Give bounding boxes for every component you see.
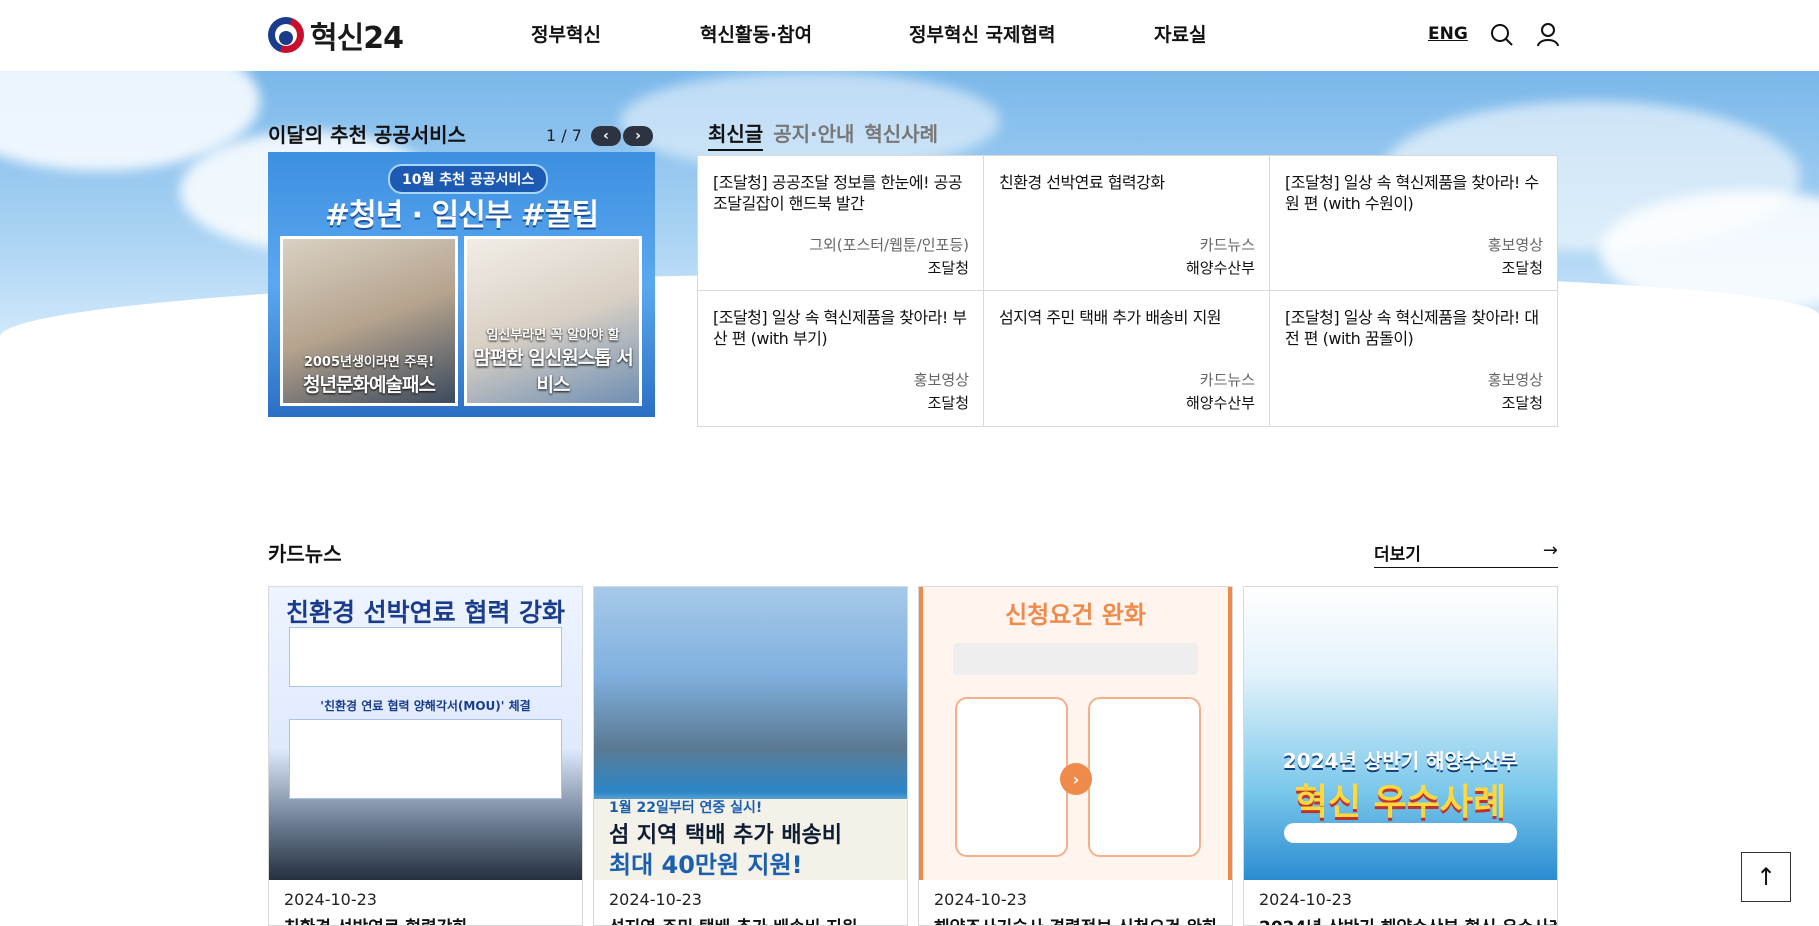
card-date: 2024-10-23	[934, 890, 1027, 909]
news-category: 홍보영상	[1487, 371, 1543, 389]
card-item[interactable]: 1월 22일부터 연중 실시! 섬 지역 택배 추가 배송비 최대 40만원 지…	[593, 586, 908, 926]
card-img-title: 친환경 선박연료 협력 강화	[285, 598, 566, 627]
user-icon[interactable]	[1535, 22, 1561, 48]
next-slide-button[interactable]: ›	[623, 126, 653, 146]
banner-photo-youth: 2005년생이라면 주목! 청년문화예술패스	[280, 236, 458, 406]
news-tabs: 최신글 공지·안내 혁신사례	[708, 118, 938, 151]
card-img-top: 2024년 상반기 해양수산부	[1282, 749, 1519, 773]
news-item[interactable]: 섬지역 주민 택배 추가 배송비 지원 카드뉴스 해양수산부	[984, 291, 1270, 426]
news-org: 조달청	[1501, 394, 1543, 412]
news-item[interactable]: [조달청] 공공조달 정보를 한눈에! 공공조달길잡이 핸드북 발간 그외(포스…	[698, 156, 984, 291]
cardnews-title: 카드뉴스	[268, 542, 342, 566]
card-date: 2024-10-23	[284, 890, 377, 909]
news-org: 조달청	[1501, 259, 1543, 277]
news-title: 친환경 선박연료 협력강화	[999, 173, 1165, 192]
news-category: 홍보영상	[913, 371, 969, 389]
prev-slide-button[interactable]: ‹	[591, 126, 621, 146]
language-link[interactable]: ENG	[1428, 24, 1468, 44]
banner-left-sub: 2005년생이라면 주목!	[303, 355, 435, 370]
site-header: 혁신24 정부혁신 혁신활동·참여 정부혁신 국제협력 자료실 ENG	[0, 0, 1819, 71]
card-title: 섬지역 주민 택배 추가 배송비 지원	[609, 913, 858, 925]
recommend-title: 이달의 추천 공공서비스	[268, 123, 466, 147]
news-category: 홍보영상	[1487, 236, 1543, 254]
card-date: 2024-10-23	[609, 890, 702, 909]
card-item[interactable]: 친환경 선박연료 협력 강화 '친환경 연료 협력 양해각서(MOU)' 체결 …	[268, 586, 583, 926]
banner-headline: #청년 · 임신부 #꿀팁	[324, 198, 599, 233]
news-title: [조달청] 일상 속 혁신제품을 찾아라! 수원 편 (with 수원이)	[1285, 173, 1539, 213]
banner-right-main: 맘편한 임신원스톱 서비스	[473, 347, 634, 396]
arrow-right-icon: →	[1542, 540, 1558, 561]
news-title: [조달청] 공공조달 정보를 한눈에! 공공조달길잡이 핸드북 발간	[713, 173, 963, 213]
news-title: [조달청] 일상 속 혁신제품을 찾아라! 대전 편 (with 꿈돌이)	[1285, 308, 1539, 348]
news-grid: [조달청] 공공조달 정보를 한눈에! 공공조달길잡이 핸드북 발간 그외(포스…	[697, 155, 1558, 427]
tab-latest[interactable]: 최신글	[708, 118, 764, 151]
card-date: 2024-10-23	[1259, 890, 1352, 909]
nav-item-archive[interactable]: 자료실	[1154, 20, 1206, 47]
news-item[interactable]: [조달청] 일상 속 혁신제품을 찾아라! 수원 편 (with 수원이) 홍보…	[1270, 156, 1557, 291]
news-item[interactable]: 친환경 선박연료 협력강화 카드뉴스 해양수산부	[984, 156, 1270, 291]
card-img-top: 1월 22일부터 연중 실시!	[609, 800, 763, 816]
tab-notice[interactable]: 공지·안내	[773, 118, 854, 151]
card-img-sub: 최대 40만원 지원!	[609, 851, 803, 879]
news-org: 조달청	[927, 394, 969, 412]
card-title: 2024년 상반기 해양수산부 혁신 우수사례	[1259, 913, 1557, 925]
recommend-banner[interactable]: 10월 추천 공공서비스 #청년 · 임신부 #꿀팁 2005년생이라면 주목!…	[268, 152, 655, 417]
card-item[interactable]: 2024년 상반기 해양수산부 혁신 우수사례 2024-10-23 2024년…	[1243, 586, 1558, 926]
news-item[interactable]: [조달청] 일상 속 혁신제품을 찾아라! 부산 편 (with 부기) 홍보영…	[698, 291, 984, 426]
card-thumbnail: 1월 22일부터 연중 실시! 섬 지역 택배 추가 배송비 최대 40만원 지…	[594, 587, 907, 880]
news-title: [조달청] 일상 속 혁신제품을 찾아라! 부산 편 (with 부기)	[713, 308, 967, 348]
scroll-to-top-button[interactable]: ↑	[1741, 852, 1791, 902]
more-label: 더보기	[1374, 545, 1421, 565]
card-title: 해양조사기술사 경력정보 신청요건 완화	[934, 913, 1218, 925]
banner-left-main: 청년문화예술패스	[303, 374, 436, 396]
card-title: 친환경 선박연료 협력강화	[284, 913, 468, 925]
news-title: 섬지역 주민 택배 추가 배송비 지원	[999, 308, 1222, 327]
tab-cases[interactable]: 혁신사례	[864, 118, 938, 151]
banner-right-sub: 임신부라면 꼭 알아야 할	[486, 328, 620, 343]
card-img-title: 혁신 우수사례	[1294, 782, 1507, 823]
news-category: 카드뉴스	[1199, 371, 1255, 389]
news-org: 해양수산부	[1185, 394, 1255, 412]
nav-item-gov-innovation[interactable]: 정부혁신	[531, 20, 601, 47]
card-thumbnail: 신청요건 완화 ›	[919, 587, 1232, 880]
search-icon[interactable]	[1489, 22, 1515, 48]
banner-photo-pregnant: 임신부라면 꼭 알아야 할 맘편한 임신원스톱 서비스	[464, 236, 642, 406]
card-img-title: 신청요건 완화	[1005, 601, 1146, 629]
news-org: 해양수산부	[1185, 259, 1255, 277]
news-item[interactable]: [조달청] 일상 속 혁신제품을 찾아라! 대전 편 (with 꿈돌이) 홍보…	[1270, 291, 1557, 426]
card-thumbnail: 친환경 선박연료 협력 강화 '친환경 연료 협력 양해각서(MOU)' 체결	[269, 587, 582, 880]
news-org: 조달청	[927, 259, 969, 277]
more-link[interactable]: 더보기 →	[1374, 540, 1558, 568]
card-item[interactable]: 신청요건 완화 › 2024-10-23 해양조사기술사 경력정보 신청요건 완…	[918, 586, 1233, 926]
nav-item-international[interactable]: 정부혁신 국제협력	[909, 20, 1055, 47]
card-thumbnail: 2024년 상반기 해양수산부 혁신 우수사례	[1244, 587, 1557, 880]
nav-item-innovation-activity[interactable]: 혁신활동·참여	[700, 20, 812, 47]
news-category: 그외(포스터/웹툰/인포등)	[809, 236, 969, 254]
card-img-sub: '친환경 연료 협력 양해각서(MOU)' 체결	[320, 699, 531, 713]
news-category: 카드뉴스	[1199, 236, 1255, 254]
slide-counter: 1 / 7	[546, 126, 582, 145]
